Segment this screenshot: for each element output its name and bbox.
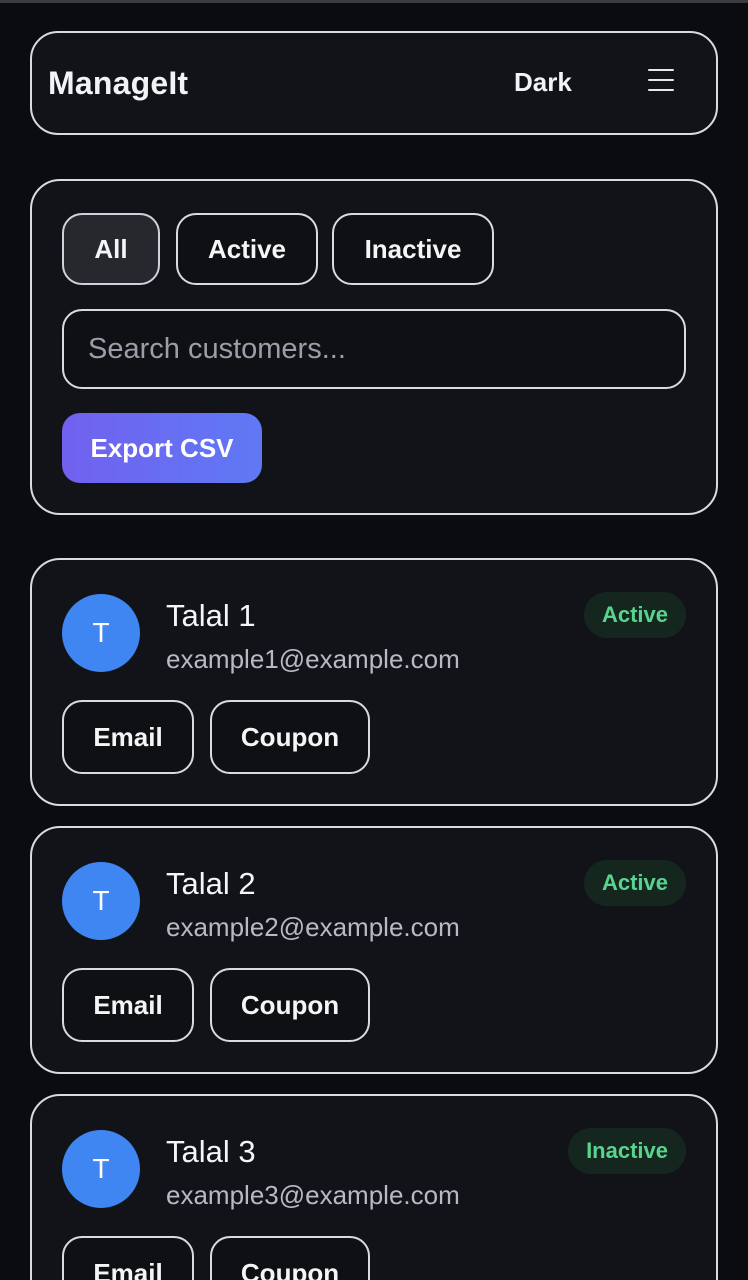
coupon-button[interactable]: Coupon — [210, 968, 370, 1042]
coupon-button[interactable]: Coupon — [210, 700, 370, 774]
search-input[interactable] — [62, 309, 686, 389]
customer-email: example1@example.com — [166, 644, 460, 674]
email-button[interactable]: Email — [62, 1236, 194, 1280]
status-badge: Active — [583, 592, 686, 638]
app-header: ManageIt Dark — [30, 31, 718, 135]
avatar: T — [62, 1130, 140, 1208]
filter-panel: All Active Inactive Export CSV — [30, 179, 718, 515]
brand-logo: ManageIt — [48, 64, 189, 101]
coupon-button[interactable]: Coupon — [210, 1236, 370, 1280]
customer-name: Talal 2 — [166, 866, 256, 901]
customer-card: T Talal 2 example2@example.com Active Em… — [30, 826, 718, 1074]
email-button[interactable]: Email — [62, 700, 194, 774]
theme-toggle[interactable]: Dark — [514, 67, 572, 98]
filter-chip-all[interactable]: All — [62, 213, 160, 285]
avatar: T — [62, 862, 140, 940]
menu-bar — [648, 89, 674, 91]
status-badge: Inactive — [568, 1128, 686, 1174]
email-button[interactable]: Email — [62, 968, 194, 1042]
filter-chip-active[interactable]: Active — [176, 213, 318, 285]
customer-name: Talal 1 — [166, 598, 256, 633]
app-page: ManageIt Dark All Active Inactive Export… — [0, 0, 748, 1280]
menu-bar — [648, 69, 674, 71]
customer-card: T Talal 1 example1@example.com Active Em… — [30, 558, 718, 806]
export-csv-button[interactable]: Export CSV — [62, 413, 262, 483]
menu-icon[interactable] — [648, 69, 674, 93]
customer-email: example2@example.com — [166, 912, 460, 942]
customer-email: example3@example.com — [166, 1180, 460, 1210]
customer-card: T Talal 3 example3@example.com Inactive … — [30, 1094, 718, 1280]
menu-bar — [648, 79, 674, 81]
customer-name: Talal 3 — [166, 1134, 256, 1169]
avatar: T — [62, 594, 140, 672]
filter-chip-inactive[interactable]: Inactive — [332, 213, 494, 285]
status-badge: Active — [583, 860, 686, 906]
